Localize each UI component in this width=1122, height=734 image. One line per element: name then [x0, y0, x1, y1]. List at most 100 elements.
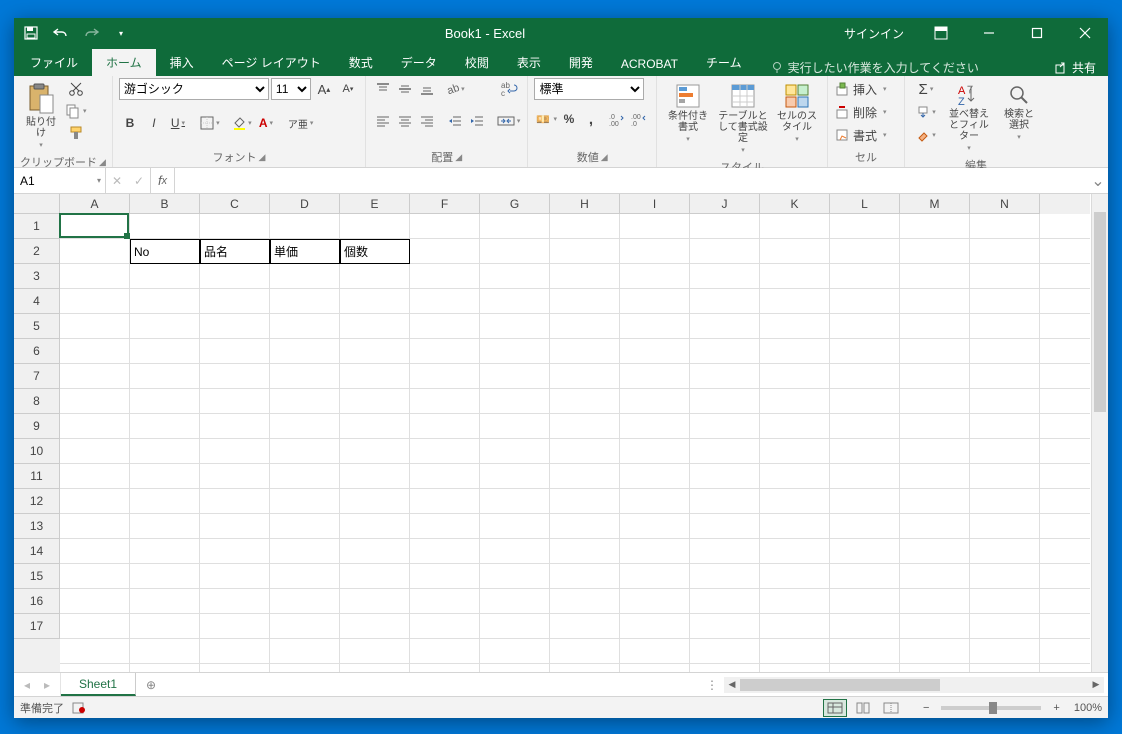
tab-team[interactable]: チーム [692, 49, 756, 76]
increase-decimal-button[interactable]: .0.00 [606, 108, 628, 130]
tab-developer[interactable]: 開発 [555, 49, 607, 76]
signin-link[interactable]: サインイン [832, 25, 916, 42]
autosum-button[interactable]: Σ [911, 78, 941, 100]
row-head[interactable]: 4 [14, 289, 60, 314]
tab-view[interactable]: 表示 [503, 49, 555, 76]
col-head[interactable]: A [60, 194, 130, 214]
format-as-table-button[interactable]: テーブルとして書式設定▾ [715, 78, 771, 159]
accounting-format-button[interactable]: 💴 [534, 108, 558, 130]
font-name-select[interactable]: 游ゴシック [119, 78, 269, 100]
clear-button[interactable] [911, 124, 941, 146]
col-head[interactable]: K [760, 194, 830, 214]
delete-cells-button[interactable]: 削除 [834, 101, 898, 123]
page-layout-view-button[interactable] [851, 699, 875, 717]
row-head[interactable]: 12 [14, 489, 60, 514]
minimize-button[interactable] [966, 18, 1012, 48]
row-head[interactable]: 15 [14, 564, 60, 589]
row-head[interactable]: 13 [14, 514, 60, 539]
increase-indent-button[interactable] [466, 110, 488, 132]
hscroll-left[interactable]: ◀ [724, 679, 740, 690]
merge-center-button[interactable] [496, 110, 522, 132]
macro-record-icon[interactable] [72, 702, 86, 714]
vscroll-thumb[interactable] [1094, 212, 1106, 412]
vertical-scrollbar[interactable] [1091, 194, 1108, 672]
find-select-button[interactable]: 検索と選択▾ [997, 78, 1041, 146]
row-head[interactable]: 5 [14, 314, 60, 339]
hscroll-thumb[interactable] [740, 679, 940, 691]
cells-container[interactable]: No 品名 単価 個数 [60, 214, 1090, 672]
phonetic-button[interactable]: ア亜 [287, 112, 315, 134]
cancel-formula-button[interactable]: ✕ [106, 170, 128, 192]
align-right-button[interactable] [416, 110, 438, 132]
col-head[interactable]: E [340, 194, 410, 214]
tab-review[interactable]: 校閲 [451, 49, 503, 76]
col-head[interactable]: M [900, 194, 970, 214]
horizontal-scrollbar[interactable]: ◀ ▶ [724, 677, 1104, 693]
undo-button[interactable] [48, 21, 74, 45]
align-center-button[interactable] [394, 110, 416, 132]
number-dialog-launcher[interactable]: ◢ [601, 152, 608, 163]
cell-styles-button[interactable]: セルのスタイル▾ [773, 78, 821, 148]
col-head[interactable]: L [830, 194, 900, 214]
ribbon-options-button[interactable] [918, 18, 964, 48]
font-dialog-launcher[interactable]: ◢ [258, 152, 265, 163]
fill-color-button[interactable] [231, 112, 253, 134]
hscroll-splitter[interactable]: ⋮ [706, 678, 718, 692]
fx-label[interactable]: fx [151, 168, 175, 193]
format-cells-button[interactable]: 書式 [834, 124, 898, 146]
col-head[interactable]: F [410, 194, 480, 214]
row-head[interactable]: 17 [14, 614, 60, 639]
insert-cells-button[interactable]: 挿入 [834, 78, 898, 100]
tab-pagelayout[interactable]: ページ レイアウト [208, 49, 335, 76]
orientation-button[interactable]: ab [444, 78, 466, 100]
align-top-button[interactable] [372, 78, 394, 100]
close-button[interactable] [1062, 18, 1108, 48]
row-head[interactable]: 2 [14, 239, 60, 264]
zoom-slider[interactable] [941, 706, 1041, 710]
row-head[interactable]: 14 [14, 539, 60, 564]
comma-button[interactable]: , [580, 108, 602, 130]
col-head[interactable]: N [970, 194, 1040, 214]
wrap-text-button[interactable]: abc [496, 78, 522, 100]
number-format-select[interactable]: 標準 [534, 78, 644, 100]
row-head[interactable]: 6 [14, 339, 60, 364]
row-head[interactable]: 3 [14, 264, 60, 289]
cell-C2[interactable]: 品名 [200, 239, 270, 264]
row-head[interactable]: 16 [14, 589, 60, 614]
enter-formula-button[interactable]: ✓ [128, 170, 150, 192]
border-button[interactable] [199, 112, 221, 134]
align-left-button[interactable] [372, 110, 394, 132]
tab-acrobat[interactable]: ACROBAT [607, 52, 692, 76]
underline-button[interactable]: U [167, 112, 189, 134]
tab-data[interactable]: データ [387, 49, 451, 76]
decrease-font-button[interactable]: A▾ [337, 78, 359, 100]
cell-D2[interactable]: 単価 [270, 239, 340, 264]
paste-button[interactable]: 貼り付け ▾ [20, 78, 62, 154]
share-button[interactable]: 共有 [1044, 59, 1106, 76]
row-headers[interactable]: 1 2 3 4 5 6 7 8 9 10 11 12 13 14 15 16 1… [14, 214, 60, 672]
align-dialog-launcher[interactable]: ◢ [455, 152, 462, 163]
page-break-view-button[interactable] [879, 699, 903, 717]
col-head[interactable]: B [130, 194, 200, 214]
row-head[interactable]: 11 [14, 464, 60, 489]
tab-formulas[interactable]: 数式 [335, 49, 387, 76]
decrease-decimal-button[interactable]: .00.0 [628, 108, 650, 130]
zoom-in-button[interactable]: + [1049, 702, 1063, 714]
col-head[interactable]: J [690, 194, 760, 214]
zoom-out-button[interactable]: − [919, 702, 933, 714]
cell-E2[interactable]: 個数 [340, 239, 410, 264]
fill-button[interactable] [911, 101, 941, 123]
row-head[interactable]: 10 [14, 439, 60, 464]
zoom-level[interactable]: 100% [1074, 702, 1102, 714]
conditional-format-button[interactable]: 条件付き書式▾ [663, 78, 713, 148]
clipboard-dialog-launcher[interactable]: ◢ [99, 157, 106, 168]
row-head[interactable]: 7 [14, 364, 60, 389]
save-button[interactable] [18, 21, 44, 45]
col-head[interactable]: H [550, 194, 620, 214]
increase-font-button[interactable]: A▴ [313, 78, 335, 100]
format-painter-button[interactable] [64, 122, 88, 144]
row-head[interactable]: 8 [14, 389, 60, 414]
col-head[interactable]: G [480, 194, 550, 214]
redo-button[interactable] [78, 21, 104, 45]
row-head[interactable]: 1 [14, 214, 60, 239]
